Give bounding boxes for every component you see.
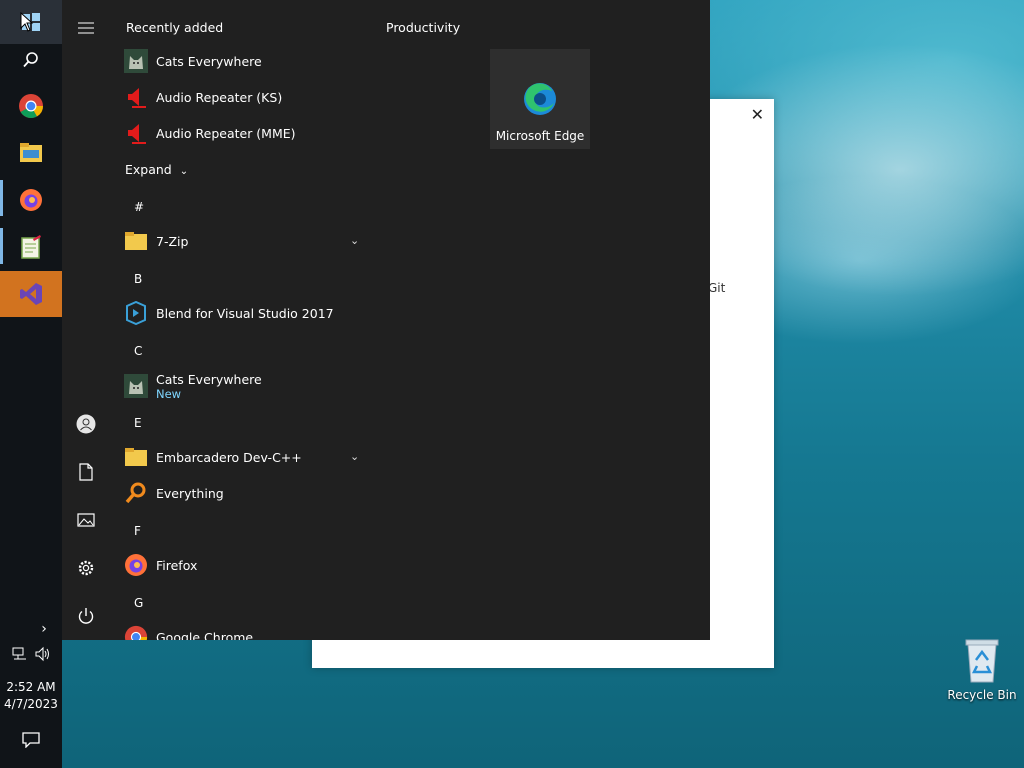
group-header-g[interactable]: G — [134, 596, 143, 610]
recycle-bin-desktop-icon[interactable]: Recycle Bin — [944, 636, 1020, 702]
recycle-bin-label: Recycle Bin — [947, 688, 1017, 702]
clock-date[interactable]: 4/7/2023 — [0, 697, 62, 711]
app-label-group: Cats Everywhere New — [156, 371, 262, 401]
cat-app-icon — [124, 49, 148, 73]
mouse-cursor-icon — [20, 12, 34, 32]
list-item-everything[interactable]: Everything — [124, 476, 364, 510]
recycle-bin-icon — [965, 639, 999, 683]
window-partial-text: Git — [708, 281, 726, 295]
search-button[interactable] — [0, 38, 62, 82]
show-hidden-icons[interactable]: › — [0, 607, 62, 651]
list-item-cats[interactable]: Cats Everywhere New — [124, 368, 364, 404]
list-item-cats-recent[interactable]: Cats Everywhere — [124, 44, 364, 78]
blend-icon — [124, 301, 148, 325]
notification-icon — [22, 732, 40, 748]
group-header-e[interactable]: E — [134, 416, 142, 430]
chrome-icon — [124, 625, 148, 640]
volume-icon[interactable] — [34, 646, 50, 662]
pictures-button[interactable] — [74, 508, 98, 532]
list-item-7zip[interactable]: 7-Zip — [124, 224, 364, 258]
power-icon — [78, 608, 94, 624]
user-avatar-icon — [76, 414, 96, 434]
document-icon — [79, 463, 93, 481]
taskbar-notepad[interactable] — [0, 225, 62, 269]
notepad-icon — [21, 235, 41, 259]
start-menu: Recently added Cats Everywhere Audio Rep… — [62, 0, 710, 640]
chevron-right-icon: › — [41, 621, 47, 637]
tile-microsoft-edge[interactable]: Microsoft Edge — [490, 49, 590, 149]
group-header-f[interactable]: F — [134, 524, 141, 538]
system-tray — [12, 646, 50, 662]
pictures-icon — [77, 513, 95, 527]
group-header-b[interactable]: B — [134, 272, 142, 286]
documents-button[interactable] — [74, 460, 98, 484]
action-center-button[interactable] — [0, 718, 62, 762]
audio-repeater-icon — [124, 85, 148, 109]
audio-repeater-icon — [124, 121, 148, 145]
everything-search-icon — [124, 481, 148, 505]
taskbar: › 2:52 AM 4/7/2023 — [0, 0, 62, 768]
tile-label: Microsoft Edge — [495, 129, 585, 143]
group-header-hash[interactable]: # — [134, 200, 144, 214]
list-item-firefox[interactable]: Firefox — [124, 548, 364, 582]
new-badge: New — [156, 386, 182, 401]
tile-group-title[interactable]: Productivity — [386, 20, 460, 35]
folder-icon — [124, 229, 148, 253]
settings-button[interactable] — [74, 556, 98, 580]
edge-icon — [524, 83, 556, 115]
list-item-blend[interactable]: Blend for Visual Studio 2017 — [124, 296, 364, 330]
close-icon[interactable]: ✕ — [751, 105, 764, 124]
taskbar-firefox[interactable] — [0, 178, 62, 222]
list-item-embarcadero[interactable]: Embarcadero Dev-C++ — [124, 440, 364, 474]
user-account-button[interactable] — [74, 412, 98, 436]
firefox-icon — [20, 189, 42, 211]
chevron-down-icon: ⌄ — [179, 166, 189, 177]
hamburger-menu-button[interactable] — [74, 16, 98, 40]
firefox-icon — [124, 553, 148, 577]
group-header-c[interactable]: C — [134, 344, 142, 358]
power-button[interactable] — [74, 604, 98, 628]
hamburger-icon — [78, 22, 94, 34]
list-item-audio-repeater-ks[interactable]: Audio Repeater (KS) — [124, 80, 364, 114]
chevron-down-icon[interactable]: ⌄ — [350, 450, 359, 463]
folder-icon — [20, 143, 42, 162]
app-list: Recently added Cats Everywhere Audio Rep… — [110, 0, 380, 640]
chevron-down-icon[interactable]: ⌄ — [350, 234, 359, 247]
cat-app-icon — [124, 374, 148, 398]
gear-icon — [78, 560, 94, 576]
taskbar-visual-studio[interactable] — [0, 271, 62, 317]
taskbar-file-explorer[interactable] — [0, 131, 62, 175]
taskbar-chrome[interactable] — [0, 84, 62, 128]
search-icon — [23, 52, 38, 68]
folder-icon — [124, 445, 148, 469]
visual-studio-icon — [20, 283, 42, 305]
start-rail — [62, 0, 110, 640]
network-icon[interactable] — [12, 646, 28, 662]
expand-button[interactable]: Expand ⌄ — [125, 162, 188, 177]
clock-time[interactable]: 2:52 AM — [0, 680, 62, 694]
chrome-icon — [19, 94, 43, 119]
list-item-chrome[interactable]: Google Chrome — [124, 620, 364, 640]
list-item-audio-repeater-mme[interactable]: Audio Repeater (MME) — [124, 116, 364, 150]
recently-added-heading: Recently added — [126, 20, 224, 35]
